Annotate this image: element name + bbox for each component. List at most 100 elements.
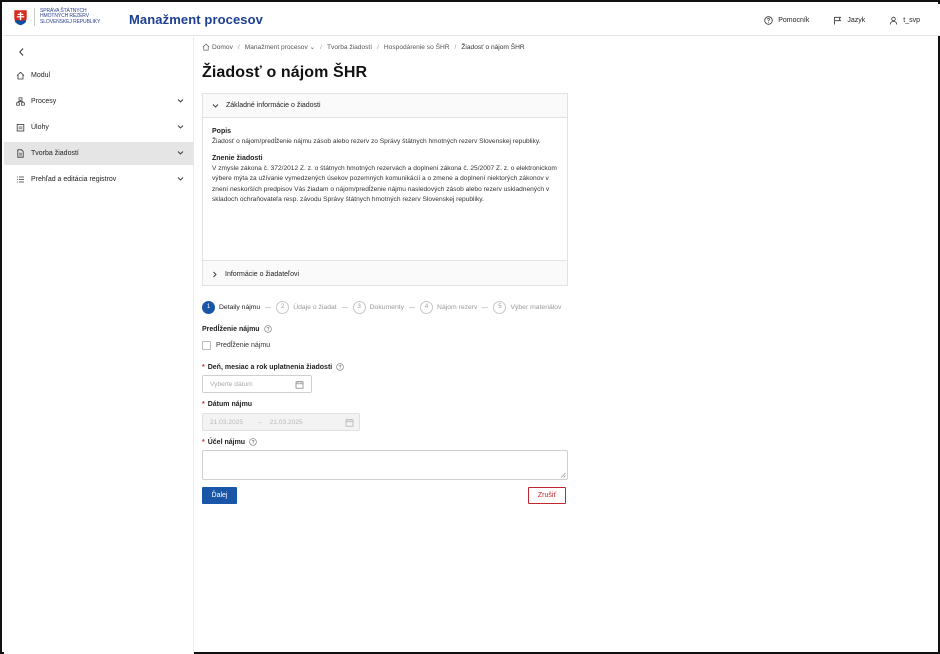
process-icon <box>16 97 25 106</box>
sidebar-item-tvorba-ziadosti[interactable]: Tvorba žiadostí <box>4 142 194 165</box>
breadcrumb-item[interactable]: Tvorba žiadostí <box>327 44 372 51</box>
page-title: Žiadosť o nájom ŠHR <box>202 64 368 81</box>
sidebar: Modul Procesy Úlohy Tvorba žiadostí Preh… <box>4 37 194 654</box>
znenie-text: V zmysle zákona č. 372/2012 Z. z. o štát… <box>212 164 557 204</box>
breadcrumb-home[interactable]: Domov <box>202 43 233 51</box>
question-circle-icon[interactable] <box>249 438 257 446</box>
step-label: Dokumenty <box>369 303 405 311</box>
step-najom-rezerv[interactable]: 4 Nájom rezerv <box>420 300 478 314</box>
chevron-right-icon <box>213 271 217 277</box>
help-label: Pomocník <box>778 17 810 24</box>
chevron-down-icon: ⌄ <box>309 44 316 51</box>
accordion-title: Informácie o žiadateľovi <box>225 270 300 278</box>
sidebar-item-ulohy[interactable]: Úlohy <box>4 116 194 139</box>
popis-label: Popis <box>212 128 232 135</box>
app-window: SPRÁVA ŠTÁTNYCH HMOTNÝCH REZERV SLOVENSK… <box>0 0 940 654</box>
accordion-body-basic-info: Popis Žiadosť o nájom/predĺženie nájmu z… <box>203 118 567 261</box>
sidebar-item-label: Modul <box>31 72 51 79</box>
step-vyber-materialov[interactable]: 5 Výber materiálov <box>493 300 562 314</box>
breadcrumb-home-label: Domov <box>212 43 233 51</box>
logo[interactable]: SPRÁVA ŠTÁTNYCH HMOTNÝCH REZERV SLOVENSK… <box>13 8 110 26</box>
rental-date-from[interactable]: 21.03.2025 <box>210 419 243 426</box>
task-icon <box>16 124 25 132</box>
rental-date-label: * Dátum nájmu <box>202 401 252 408</box>
application-date-label: * Deň, mesiac a rok uplatnenia žiadosti <box>202 363 344 371</box>
top-header: SPRÁVA ŠTÁTNYCH HMOTNÝCH REZERV SLOVENSK… <box>4 4 940 36</box>
znenie-label: Znenie žiadosti <box>212 154 263 162</box>
home-icon <box>202 43 210 51</box>
step-dokumenty[interactable]: 3 Dokumenty <box>352 300 405 314</box>
home-icon <box>16 71 25 80</box>
logo-divider <box>34 8 35 26</box>
required-marker: * <box>202 363 205 371</box>
application-date-label-text: Deň, mesiac a rok uplatnenia žiadosti <box>207 363 333 371</box>
rental-date-label-text: Dátum nájmu <box>207 401 253 408</box>
date-placeholder: Vyberte dátum <box>210 380 253 388</box>
breadcrumb-separator: / <box>237 43 240 51</box>
step-connector <box>409 306 416 308</box>
step-label: Výber materiálov <box>510 303 562 311</box>
sidebar-item-label: Procesy <box>31 98 57 105</box>
help-button[interactable]: Pomocník <box>764 16 809 25</box>
step-label: Detaily nájmu <box>219 303 261 311</box>
step-number: 3 <box>352 300 366 314</box>
extension-checkbox-row[interactable]: Predĺženie nájmu <box>202 341 270 350</box>
next-button[interactable]: Ďalej <box>202 487 237 504</box>
accordion-header-basic-info[interactable]: Základné informácie o žiadosti <box>203 94 567 118</box>
header-actions: Pomocník Jazyk t_svp <box>740 16 920 25</box>
flag-icon <box>834 16 842 25</box>
cancel-button[interactable]: Zrušiť <box>528 487 566 504</box>
breadcrumb-current: Žiadosť o nájom ŠHR <box>461 43 525 51</box>
extension-label: Predĺženie nájmu <box>202 325 272 333</box>
breadcrumb-item[interactable]: Manažment procesov ⌄ <box>245 43 315 51</box>
user-menu[interactable]: t_svp <box>889 16 920 25</box>
required-marker: * <box>202 438 205 446</box>
stepper: 1 Detaily nájmu 2 Údaje o žiadat 3 Dokum… <box>202 300 568 314</box>
step-udaje-o-ziadatelovi[interactable]: 2 Údaje o žiadat <box>276 300 337 314</box>
step-number: 1 <box>202 300 215 314</box>
step-label: Údaje o žiadat <box>293 303 337 311</box>
breadcrumb-separator: / <box>377 43 379 51</box>
extension-checkbox[interactable] <box>202 341 211 350</box>
logo-text: SPRÁVA ŠTÁTNYCH HMOTNÝCH REZERV SLOVENSK… <box>40 8 110 26</box>
breadcrumb-item[interactable]: Hospodárenie so ŠHR <box>384 44 450 51</box>
collapse-sidebar-icon[interactable] <box>16 46 28 58</box>
step-number: 2 <box>276 300 290 314</box>
chevron-down-icon[interactable] <box>177 124 184 130</box>
sidebar-item-label: Prehľad a editácia registrov <box>31 176 117 183</box>
sidebar-item-procesy[interactable]: Procesy <box>4 90 194 113</box>
app-title[interactable]: Manažment procesov <box>129 12 263 27</box>
accordion-header-applicant-info[interactable]: Informácie o žiadateľovi <box>203 262 567 286</box>
rental-date-range[interactable]: 21.03.2025 → 21.03.2025 <box>202 413 360 431</box>
question-circle-icon[interactable] <box>336 363 344 371</box>
breadcrumb-item-label: Manažment procesov <box>244 44 308 51</box>
step-detaily-najmu[interactable]: 1 Detaily nájmu <box>202 300 261 314</box>
purpose-textarea[interactable] <box>202 450 568 480</box>
calendar-icon <box>345 419 354 427</box>
logo-line-3: SLOVENSKEJ REPUBLIKY <box>40 18 101 25</box>
sidebar-item-prehlad-registrov[interactable]: Prehľad a editácia registrov <box>4 168 194 191</box>
language-button[interactable]: Jazyk <box>833 16 865 25</box>
application-date-picker[interactable]: Vyberte dátum <box>202 375 312 393</box>
rental-date-to[interactable]: 21.03.2025 <box>270 419 303 426</box>
chevron-down-icon[interactable] <box>177 176 184 182</box>
sidebar-item-label: Úlohy <box>31 124 49 131</box>
sidebar-item-modul[interactable]: Modul <box>4 64 194 87</box>
info-accordion: Základné informácie o žiadosti Popis Žia… <box>202 93 568 286</box>
resize-grip-icon[interactable] <box>560 472 566 478</box>
chevron-down-icon[interactable] <box>177 150 184 156</box>
step-label: Nájom rezerv <box>437 303 478 311</box>
chevron-down-icon[interactable] <box>177 98 184 104</box>
sidebar-item-label: Tvorba žiadostí <box>31 150 79 157</box>
breadcrumb-separator: / <box>454 43 457 51</box>
accordion-title: Základné informácie o žiadosti <box>226 102 321 109</box>
question-circle-icon[interactable] <box>263 325 272 333</box>
extension-checkbox-label: Predĺženie nájmu <box>216 342 271 349</box>
purpose-label: * Účel nájmu <box>202 438 257 446</box>
chevron-down-icon <box>212 103 219 108</box>
slovak-crest-icon <box>13 9 28 26</box>
help-icon <box>764 16 773 25</box>
list-icon <box>16 176 24 183</box>
popis-text: Žiadosť o nájom/predĺženie nájmu zásob a… <box>212 138 541 145</box>
